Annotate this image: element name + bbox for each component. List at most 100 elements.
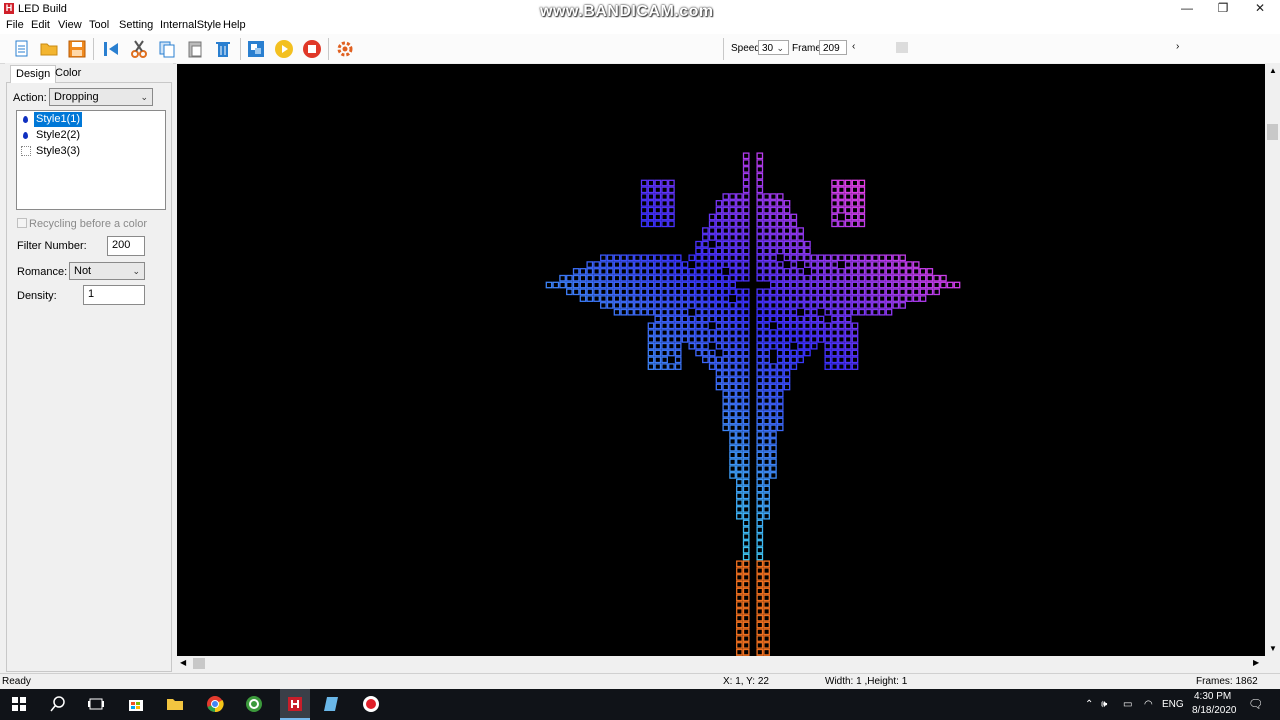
menu-help[interactable]: Help [223, 19, 246, 31]
cut-icon[interactable] [129, 39, 149, 59]
menu-edit[interactable]: Edit [31, 19, 50, 31]
speed-select[interactable]: 30 ⌄ [758, 40, 789, 55]
led-cell [865, 308, 872, 316]
led-cell [776, 376, 784, 384]
led-cell [742, 438, 750, 445]
new-file-icon[interactable] [12, 39, 32, 59]
frame-prev-icon[interactable]: ‹ [852, 41, 855, 52]
led-cell [674, 281, 682, 289]
restore-button[interactable]: ❐ [1205, 0, 1241, 18]
transform-icon[interactable] [246, 39, 266, 59]
frame-next-icon[interactable]: › [1176, 41, 1179, 52]
scroll-right-icon[interactable]: ▶ [1253, 658, 1259, 667]
tray-date[interactable]: 8/18/2020 [1192, 705, 1237, 716]
windows-start-icon[interactable] [10, 695, 28, 713]
led-cell [620, 268, 628, 275]
play-icon[interactable] [274, 39, 294, 59]
led-cell [817, 295, 825, 302]
led-cell [756, 322, 764, 330]
file-explorer-icon[interactable] [166, 695, 184, 713]
led-cell [838, 315, 845, 323]
led-cell [647, 356, 655, 364]
recycling-checkbox[interactable] [17, 218, 27, 228]
frame-input[interactable]: 209 [819, 40, 847, 55]
led-cell [912, 288, 920, 296]
led-cell [674, 261, 682, 268]
filter-number-input[interactable]: 200 [107, 236, 145, 256]
tray-chevron-up-icon[interactable]: ⌃ [1085, 699, 1093, 710]
romance-select[interactable]: Not ⌄ [69, 262, 145, 280]
copy-icon[interactable] [157, 39, 177, 59]
paste-icon[interactable] [185, 39, 205, 59]
status-frame-count: Frames: 1862 [1196, 676, 1258, 687]
scroll-up-icon[interactable]: ▲ [1269, 66, 1277, 75]
blue-app-icon[interactable] [323, 695, 341, 713]
led-cell [770, 410, 777, 418]
settings-gear-icon[interactable] [335, 39, 355, 59]
menu-setting[interactable]: Setting [119, 19, 153, 31]
led-build-app-icon[interactable] [286, 695, 304, 713]
led-cell [817, 281, 825, 289]
vertical-scrollbar[interactable]: ▲ ▼ [1265, 64, 1280, 656]
tray-volume-icon[interactable]: 🕪 [1101, 699, 1107, 710]
led-cell [770, 329, 777, 336]
led-cell [790, 302, 798, 309]
led-cell [729, 451, 736, 459]
led-cell [790, 356, 798, 364]
task-view-icon[interactable] [87, 695, 105, 713]
vertical-scroll-thumb[interactable] [1267, 124, 1278, 140]
save-icon[interactable] [67, 39, 87, 59]
tray-time[interactable]: 4:30 PM [1194, 691, 1231, 702]
import-icon[interactable] [101, 39, 121, 59]
close-button[interactable]: ✕ [1242, 0, 1278, 18]
led-cell [681, 336, 689, 343]
search-icon[interactable] [49, 695, 67, 713]
open-folder-icon[interactable] [39, 39, 59, 59]
led-cell [729, 274, 736, 282]
menu-view[interactable]: View [58, 19, 82, 31]
led-canvas[interactable] [177, 64, 1265, 656]
delete-icon[interactable] [213, 39, 233, 59]
store-icon[interactable] [127, 695, 145, 713]
led-cell [729, 329, 736, 336]
led-cell [736, 492, 743, 500]
led-cell [729, 234, 736, 241]
stop-icon[interactable] [302, 39, 322, 59]
led-cell [756, 417, 764, 425]
horizontal-scrollbar[interactable]: ◀ ▶ [177, 656, 1265, 671]
menu-internalstyle[interactable]: InternalStyle [160, 19, 221, 31]
led-cell [763, 594, 770, 602]
led-cell [586, 261, 594, 268]
led-cell [763, 261, 770, 268]
led-cell [545, 281, 553, 289]
led-cell [668, 193, 675, 200]
minimize-button[interactable]: — [1169, 0, 1205, 18]
scroll-down-icon[interactable]: ▼ [1269, 644, 1277, 653]
led-cell [838, 206, 845, 214]
chrome-icon[interactable] [206, 695, 224, 713]
menu-tool[interactable]: Tool [89, 19, 109, 31]
tray-battery-icon[interactable]: ▭ [1123, 699, 1132, 710]
tab-color[interactable]: Color [50, 65, 86, 82]
tray-network-icon[interactable]: ◠ [1144, 699, 1153, 710]
menu-file[interactable]: File [6, 19, 24, 31]
green-app-icon[interactable] [245, 695, 263, 713]
led-cell [851, 213, 859, 221]
density-input[interactable]: 1 [83, 285, 145, 305]
led-cell [878, 302, 886, 309]
tray-language[interactable]: ENG [1162, 699, 1184, 710]
frame-slider[interactable] [864, 41, 1184, 55]
notifications-icon[interactable]: 🗨 [1248, 697, 1263, 711]
led-cell [736, 329, 743, 336]
bandicam-record-icon[interactable] [362, 695, 380, 713]
led-cell [824, 308, 832, 316]
scroll-left-icon[interactable]: ◀ [180, 658, 186, 667]
frame-slider-thumb[interactable] [896, 42, 908, 53]
led-cell [661, 200, 668, 207]
led-cell [722, 349, 730, 357]
action-select[interactable]: Dropping ⌄ [49, 88, 153, 106]
horizontal-scroll-thumb[interactable] [193, 658, 205, 669]
led-cell [844, 302, 852, 309]
led-cell [776, 281, 784, 289]
led-cell [783, 281, 791, 289]
